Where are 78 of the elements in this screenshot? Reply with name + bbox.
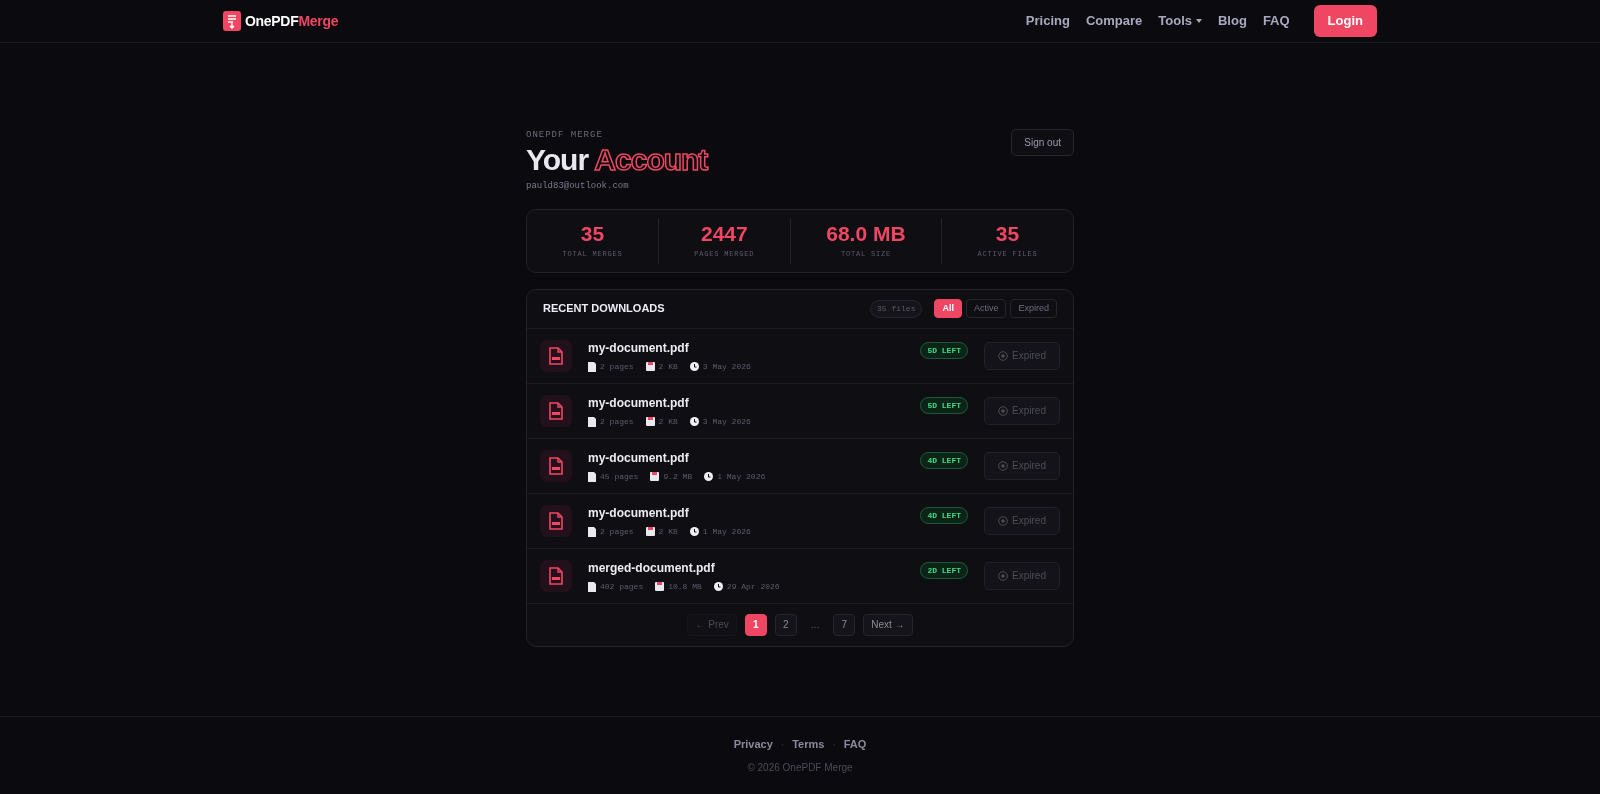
copyright-text: © 2026 OnePDF Merge — [747, 761, 853, 776]
pdf-file-icon — [540, 394, 572, 427]
caret-icon — [1196, 19, 1202, 23]
filter-tab[interactable]: Expired — [1010, 298, 1057, 319]
pdf-file-icon — [540, 449, 572, 482]
page-count: 402 pages — [600, 580, 644, 593]
stat-value: 35 — [579, 222, 606, 246]
next-page-button[interactable]: Next → — [863, 613, 913, 636]
time-left-badge: 2D LEFT — [920, 561, 968, 579]
nav-link[interactable]: Compare — [1085, 11, 1143, 31]
time-left-badge: 4D LEFT — [920, 506, 968, 524]
file-name: my-document.pdf — [588, 504, 690, 522]
filter-tab[interactable]: Active — [965, 298, 1007, 319]
sign-out-button[interactable]: Sign out — [1011, 129, 1074, 156]
filter-tab[interactable]: All — [934, 298, 962, 319]
file-size: 9.2 MB — [663, 470, 693, 483]
page-icon — [588, 581, 596, 592]
file-name: my-document.pdf — [588, 394, 690, 412]
nav-link[interactable]: FAQ — [1262, 11, 1290, 31]
logo-icon — [223, 11, 241, 31]
page-icon — [588, 416, 596, 427]
nav-link[interactable]: Pricing — [1025, 11, 1070, 31]
time-left-badge: 5D LEFT — [920, 396, 968, 414]
clock-icon — [689, 417, 699, 427]
clock-icon — [713, 582, 723, 592]
pdf-file-icon — [540, 559, 572, 592]
login-button[interactable]: Login — [1313, 5, 1377, 37]
eyebrow-label: ONEPDF MERGE — [526, 129, 604, 142]
stop-circle-icon — [998, 515, 1009, 526]
clock-icon — [689, 362, 699, 372]
file-name: merged-document.pdf — [588, 559, 716, 577]
page-icon — [588, 361, 596, 372]
footer-link[interactable]: Privacy — [733, 735, 773, 753]
nav-link[interactable]: Blog — [1218, 11, 1247, 31]
pagination-ellipsis: ... — [809, 618, 821, 633]
file-date: 1 May 2026 — [702, 525, 751, 538]
stop-circle-icon — [998, 570, 1009, 581]
page-button[interactable]: 2 — [774, 613, 797, 636]
account-email: pauld83@outlook.com — [526, 179, 630, 193]
page-count: 2 pages — [600, 525, 634, 538]
stat-value: 68.0 MB — [825, 222, 907, 246]
brand-name[interactable]: OnePDFMerge — [245, 10, 339, 32]
stat-value: 35 — [994, 222, 1021, 246]
page-button[interactable]: 7 — [833, 613, 856, 636]
clock-icon — [704, 472, 714, 482]
page-count: 2 pages — [600, 415, 634, 428]
file-size: 2 KB — [658, 525, 678, 538]
page-icon — [588, 471, 596, 482]
file-count-pill: 35 files — [870, 299, 923, 318]
pdf-file-icon — [540, 504, 572, 537]
page-title: Your Account — [526, 142, 708, 176]
file-date: 1 May 2026 — [717, 470, 766, 483]
stop-circle-icon — [998, 405, 1009, 416]
page-icon — [588, 526, 596, 537]
page-button[interactable]: 1 — [744, 613, 767, 636]
file-size: 2 KB — [658, 360, 678, 373]
separator-dot: · — [832, 737, 836, 752]
separator-dot: · — [780, 737, 785, 752]
file-size: 10.8 MB — [668, 580, 702, 593]
time-left-badge: 5D LEFT — [920, 341, 968, 359]
file-date: 3 May 2026 — [702, 415, 751, 428]
file-size: 2 KB — [658, 415, 678, 428]
pdf-file-icon — [540, 339, 572, 372]
nav-link[interactable]: Tools — [1158, 11, 1202, 31]
page-count: 2 pages — [600, 360, 634, 373]
file-name: my-document.pdf — [588, 449, 690, 467]
file-date: 29 Apr 2026 — [726, 580, 780, 593]
footer-link[interactable]: Terms — [792, 735, 825, 753]
file-date: 3 May 2026 — [702, 360, 751, 373]
footer-link[interactable]: FAQ — [843, 735, 867, 753]
time-left-badge: 4D LEFT — [920, 451, 968, 469]
stat-value: 2447 — [700, 222, 749, 246]
file-name: my-document.pdf — [588, 339, 690, 357]
section-title: RECENT DOWNLOADS — [543, 301, 665, 317]
stop-circle-icon — [998, 350, 1009, 361]
page-count: 45 pages — [600, 470, 639, 483]
clock-icon — [689, 527, 699, 537]
stop-circle-icon — [998, 460, 1009, 471]
